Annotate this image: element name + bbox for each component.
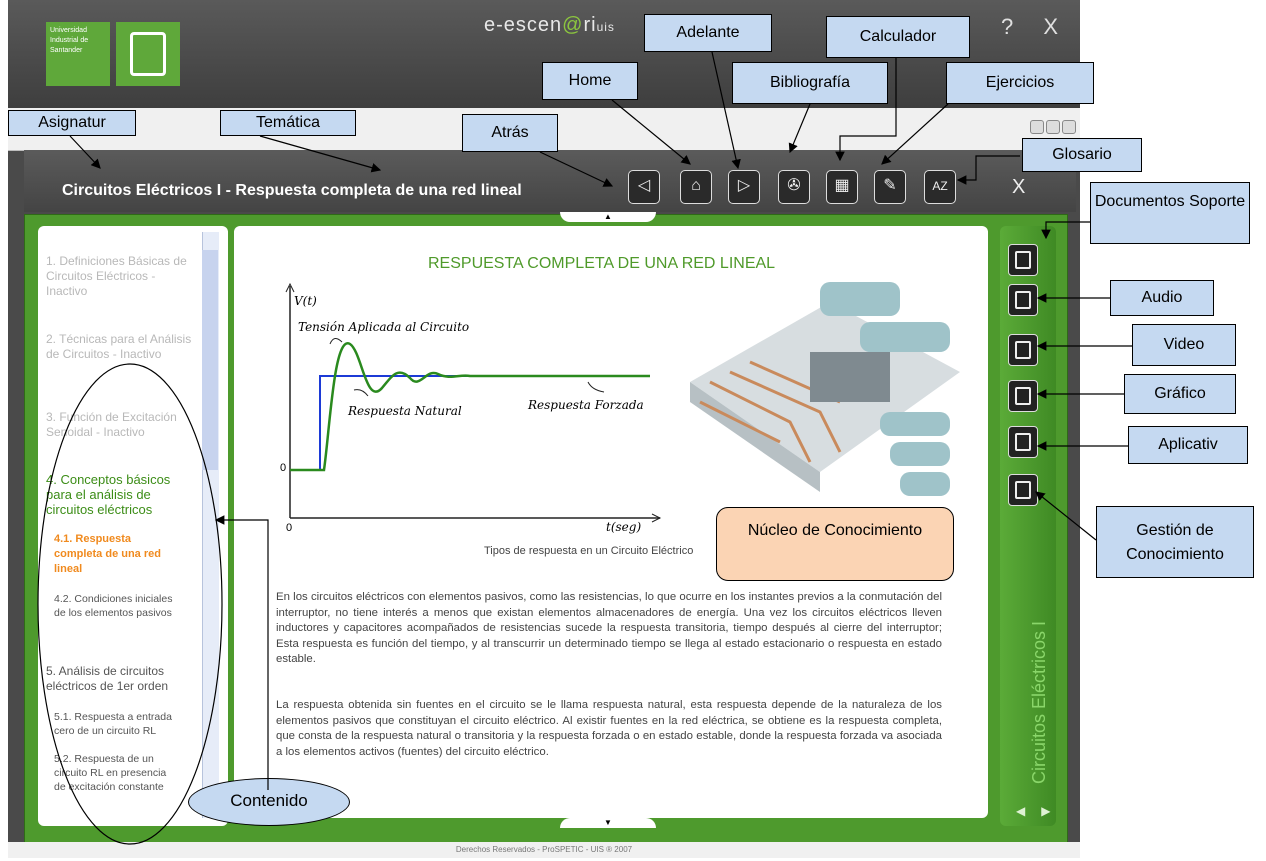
- callout-arrows: [37, 51, 1132, 845]
